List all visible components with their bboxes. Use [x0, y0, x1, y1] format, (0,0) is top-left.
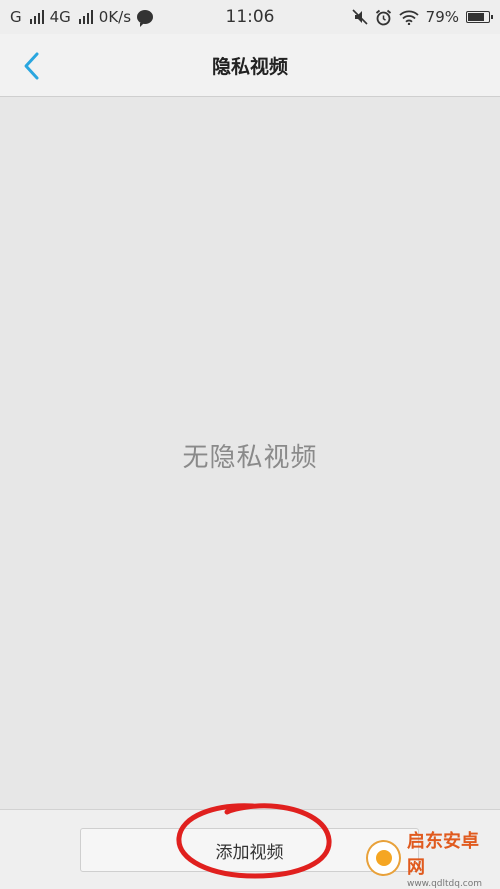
signal-icon: [29, 10, 44, 24]
watermark-text: 启东安卓网 www.qdltdq.com: [407, 827, 494, 889]
watermark-title: 启东安卓网: [406, 831, 479, 878]
video-list-area: 无隐私视频: [0, 97, 500, 809]
watermark: 启东安卓网 www.qdltdq.com: [366, 831, 494, 889]
alarm-icon: [375, 9, 391, 25]
wifi-icon: [399, 10, 419, 25]
network-type-1: G: [10, 8, 22, 26]
watermark-logo-icon: [366, 840, 401, 876]
empty-state-message: 无隐私视频: [182, 443, 318, 473]
status-left: G 4G 0K/s: [10, 8, 352, 27]
battery-percent: 79%: [425, 8, 459, 26]
message-icon: [137, 10, 154, 27]
page-title: 隐私视频: [211, 55, 288, 78]
network-type-2: 4G: [49, 8, 71, 26]
back-button[interactable]: [14, 48, 50, 84]
title-bar: 隐私视频: [0, 34, 500, 97]
watermark-url: www.qdltdq.com: [406, 879, 483, 889]
back-chevron-icon: [24, 52, 39, 80]
status-bar: G 4G 0K/s 11:06 79%: [0, 0, 500, 34]
status-right: 79%: [352, 8, 493, 26]
signal-icon-2: [78, 10, 93, 24]
mute-icon: [352, 9, 368, 25]
network-speed: 0K/s: [98, 8, 132, 26]
battery-icon: [466, 11, 493, 23]
